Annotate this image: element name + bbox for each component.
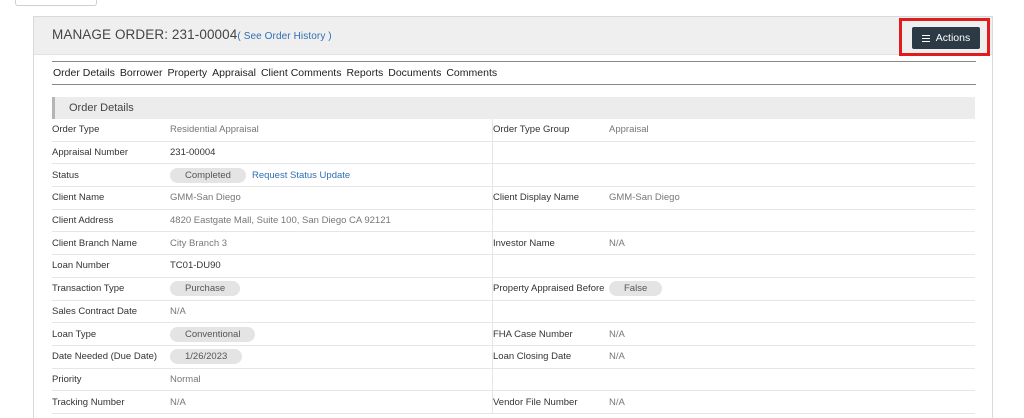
field-label: Priority xyxy=(52,368,170,392)
field-value: City Branch 3 xyxy=(170,231,493,256)
field-label: Loan Number xyxy=(52,254,170,278)
field-label: Client Name xyxy=(52,186,170,210)
top-stub xyxy=(15,0,97,6)
field-label xyxy=(492,163,609,188)
tab-comments[interactable]: Comments xyxy=(446,67,497,79)
table-row: Loan Number TC01-DU90 xyxy=(52,254,975,278)
field-value: N/A xyxy=(609,345,975,369)
manage-order-panel: MANAGE ORDER: 231-00004( See Order Histo… xyxy=(33,16,993,418)
field-label: Client Display Name xyxy=(492,186,609,210)
table-row: Tracking Number N/A Vendor File Number N… xyxy=(52,390,975,414)
field-label: Appraisal Number xyxy=(52,141,170,165)
field-value: GMM-San Diego xyxy=(170,186,493,210)
field-value xyxy=(609,209,975,233)
field-label: Tracking Number xyxy=(52,390,170,414)
loan-type-badge: Conventional xyxy=(170,326,256,342)
field-value: GMM-San Diego xyxy=(609,186,975,210)
transaction-type-badge: Purchase xyxy=(170,281,241,297)
menu-icon xyxy=(921,34,930,42)
field-label: Transaction Type xyxy=(52,277,170,301)
field-label: Order Type xyxy=(52,119,170,142)
field-label: Loan Type xyxy=(52,322,170,346)
field-value xyxy=(609,300,975,324)
field-label xyxy=(492,300,609,324)
table-row: Date Needed (Due Date) 1/26/2023 Loan Cl… xyxy=(52,345,975,369)
appraised-before-badge: False xyxy=(609,281,663,297)
field-value: Conventional xyxy=(170,322,493,346)
tab-borrower[interactable]: Borrower xyxy=(120,67,163,79)
field-value: N/A xyxy=(609,322,975,346)
field-value xyxy=(609,163,975,188)
field-value: 1/26/2023 xyxy=(170,345,493,369)
tab-order-details[interactable]: Order Details xyxy=(53,67,115,79)
tab-bar: Order Details Borrower Property Appraisa… xyxy=(52,61,976,85)
field-label: Loan Closing Date xyxy=(492,345,609,369)
tab-documents[interactable]: Documents xyxy=(388,67,441,79)
field-label xyxy=(492,209,609,233)
field-label: Vendor File Number xyxy=(492,390,609,414)
order-details-section: Order Details Order Type Residential App… xyxy=(52,97,975,414)
field-value xyxy=(609,141,975,165)
field-label: Property Appraised Before xyxy=(492,277,609,301)
due-date-badge: 1/26/2023 xyxy=(170,349,243,365)
section-title: Order Details xyxy=(52,97,975,119)
table-row: Client Name GMM-San Diego Client Display… xyxy=(52,186,975,210)
status-badge: Completed xyxy=(170,167,246,183)
field-value xyxy=(609,368,975,392)
field-value: Residential Appraisal xyxy=(170,119,493,142)
field-value: N/A xyxy=(170,390,493,414)
request-status-update-link[interactable]: Request Status Update xyxy=(252,170,350,181)
field-value: Appraisal xyxy=(609,119,975,142)
field-label: Sales Contract Date xyxy=(52,300,170,324)
actions-label: Actions xyxy=(935,32,971,44)
field-value: Normal xyxy=(170,368,493,392)
table-row: Client Address 4820 Eastgate Mall, Suite… xyxy=(52,209,975,233)
table-row: Order Type Residential Appraisal Order T… xyxy=(52,119,975,142)
table-row: Status Completed Request Status Update xyxy=(52,163,975,188)
field-label: Order Type Group xyxy=(492,119,609,142)
actions-highlight: Actions xyxy=(899,18,990,56)
field-value: N/A xyxy=(609,390,975,414)
field-label: Client Address xyxy=(52,209,170,233)
field-label: Investor Name xyxy=(492,231,609,256)
table-row: Transaction Type Purchase Property Appra… xyxy=(52,277,975,301)
order-details-table: Order Type Residential Appraisal Order T… xyxy=(52,119,975,414)
field-value: N/A xyxy=(170,300,493,324)
tab-property[interactable]: Property xyxy=(167,67,207,79)
tab-client-comments[interactable]: Client Comments xyxy=(261,67,342,79)
field-value xyxy=(609,254,975,278)
field-value: TC01-DU90 xyxy=(170,254,493,278)
field-label: Status xyxy=(52,163,170,188)
field-value: Completed Request Status Update xyxy=(170,163,493,188)
field-value: False xyxy=(609,277,975,301)
field-label: Client Branch Name xyxy=(52,231,170,256)
table-row: Client Branch Name City Branch 3 Investo… xyxy=(52,231,975,256)
field-label: FHA Case Number xyxy=(492,322,609,346)
panel-header: MANAGE ORDER: 231-00004( See Order Histo… xyxy=(34,17,992,56)
table-row: Loan Type Conventional FHA Case Number N… xyxy=(52,322,975,346)
see-order-history-link[interactable]: ( See Order History ) xyxy=(237,31,331,42)
field-label xyxy=(492,141,609,165)
field-value: 4820 Eastgate Mall, Suite 100, San Diego… xyxy=(170,209,493,233)
title-prefix: MANAGE ORDER: xyxy=(52,27,172,42)
field-label: Date Needed (Due Date) xyxy=(52,345,170,369)
tab-reports[interactable]: Reports xyxy=(346,67,383,79)
field-label xyxy=(492,254,609,278)
field-label xyxy=(492,368,609,392)
page-title: MANAGE ORDER: 231-00004( See Order Histo… xyxy=(52,27,332,42)
order-number: 231-00004 xyxy=(171,27,238,42)
field-value: 231-00004 xyxy=(170,141,493,165)
field-value: N/A xyxy=(609,231,975,256)
actions-button[interactable]: Actions xyxy=(912,27,980,49)
tab-appraisal[interactable]: Appraisal xyxy=(212,67,256,79)
table-row: Sales Contract Date N/A xyxy=(52,300,975,324)
field-value: Purchase xyxy=(170,277,493,301)
table-row: Priority Normal xyxy=(52,368,975,392)
table-row: Appraisal Number 231-00004 xyxy=(52,141,975,165)
